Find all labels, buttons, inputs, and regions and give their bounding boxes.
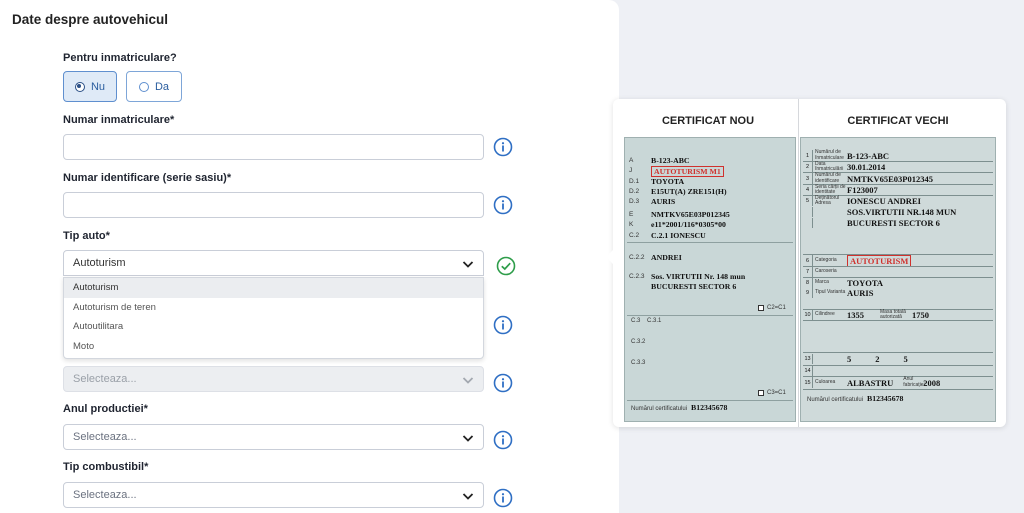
certificate-help-card: CERTIFICAT NOU CERTIFICAT VECHI A B-123-A… <box>606 99 1006 427</box>
new-certificate-title: CERTIFICAT NOU <box>661 115 755 127</box>
vin-label: Numar identificare (serie sasiu)* <box>63 172 232 184</box>
radio-unselected-icon <box>138 81 149 92</box>
plate-number-input[interactable] <box>63 134 484 160</box>
cert-number: B12345678 <box>691 403 728 412</box>
fuel-type-placeholder: Selecteaza... <box>73 489 137 501</box>
section-title: Date despre autovehicul <box>12 12 169 27</box>
cert-row: J AUTOTURISM M1 <box>629 166 724 177</box>
dropdown-option[interactable]: Autoturism de teren <box>64 298 483 318</box>
cert-row: D.2 E15UT(A) ZRE151(H) <box>629 187 727 196</box>
radio-selected-icon <box>74 81 85 92</box>
cert-row: D.1 TOYOTA <box>629 177 685 186</box>
cert-number: B12345678 <box>867 394 904 403</box>
highlighted-category: AUTOTURISM M1 <box>651 166 724 177</box>
c3-label: C.3 <box>631 318 641 324</box>
c2-checkbox <box>758 305 764 311</box>
c32-label: C.3.2 <box>631 339 646 345</box>
vehicle-type-value: Autoturism <box>73 257 126 269</box>
cert-row: Ke11*2001/116*0305*00 <box>629 220 726 229</box>
cert-row: C.2 C.2.1 IONESCU <box>629 231 706 240</box>
chevron-down-icon <box>462 377 474 384</box>
info-icon[interactable] <box>493 373 513 393</box>
cert-row: C.2.2 ANDREI <box>629 253 682 262</box>
disabled-select-placeholder: Selecteaza... <box>73 373 137 385</box>
info-icon[interactable] <box>493 137 513 157</box>
chevron-down-icon <box>462 261 474 268</box>
cert-row: BUCURESTI SECTOR 6 <box>651 282 737 291</box>
dropdown-option[interactable]: Autoturism <box>64 278 483 298</box>
old-certificate-title: CERTIFICAT VECHI <box>847 115 949 127</box>
c31-label: C.3.1 <box>647 318 662 324</box>
production-year-placeholder: Selecteaza... <box>73 431 137 443</box>
radio-da-label: Da <box>154 80 170 93</box>
vehicle-form-panel: Date despre autovehicul Pentru inmatricu… <box>0 0 619 513</box>
vehicle-type-dropdown: Autoturism Autoturism de teren Autoutili… <box>63 277 484 359</box>
chevron-down-icon <box>462 435 474 442</box>
c2-check-label: C2=C1 <box>767 305 786 311</box>
info-icon[interactable] <box>493 195 513 215</box>
info-icon[interactable] <box>493 315 513 335</box>
vin-input[interactable] <box>63 192 484 218</box>
fuel-type-select[interactable]: Selecteaza... <box>63 482 484 508</box>
info-icon[interactable] <box>493 488 513 508</box>
registration-question-label: Pentru inmatriculare? <box>63 52 177 64</box>
c3-check-label: C3=C1 <box>767 390 786 396</box>
cert-row: D.3 AURIS <box>629 197 676 206</box>
production-year-label: Anul productiei* <box>63 403 148 415</box>
card-pointer <box>606 249 614 265</box>
vehicle-type-label: Tip auto* <box>63 230 110 242</box>
dropdown-option[interactable]: Moto <box>64 337 483 357</box>
radio-nu[interactable]: Nu <box>63 71 117 102</box>
cert-number-label: Numărul certificatului <box>807 397 864 403</box>
fuel-type-label: Tip combustibil* <box>63 461 149 473</box>
cert-row: A B-123-ABC <box>629 156 690 165</box>
disabled-select: Selecteaza... <box>63 366 484 392</box>
cert-row: E NMTKV65E03P012345 <box>629 210 730 219</box>
dropdown-option[interactable]: Autoutilitara <box>64 317 483 337</box>
cert-row: C.2.3 Sos. VIRTUTII Nr. 148 mun <box>629 272 746 281</box>
check-circle-icon <box>496 256 516 276</box>
plate-number-label: Numar inmatriculare* <box>63 114 175 126</box>
production-year-select[interactable]: Selecteaza... <box>63 424 484 450</box>
old-certificate-image: 1 Numărul de înmatriculare B-123-ABC 2 Data… <box>800 137 996 422</box>
info-icon[interactable] <box>493 430 513 450</box>
radio-da[interactable]: Da <box>126 71 182 102</box>
radio-nu-label: Nu <box>90 80 106 93</box>
vehicle-type-select[interactable]: Autoturism <box>63 250 484 276</box>
card-divider <box>798 99 799 427</box>
c3-checkbox <box>758 390 764 396</box>
new-certificate-image: A B-123-ABC J AUTOTURISM M1 D.1 TOYOTA D.2 E… <box>624 137 796 422</box>
c33-label: C.3.3 <box>631 360 646 366</box>
highlighted-category: AUTOTURISM <box>847 254 912 267</box>
chevron-down-icon <box>462 493 474 500</box>
cert-number-label: Numărul certificatului <box>631 406 688 412</box>
